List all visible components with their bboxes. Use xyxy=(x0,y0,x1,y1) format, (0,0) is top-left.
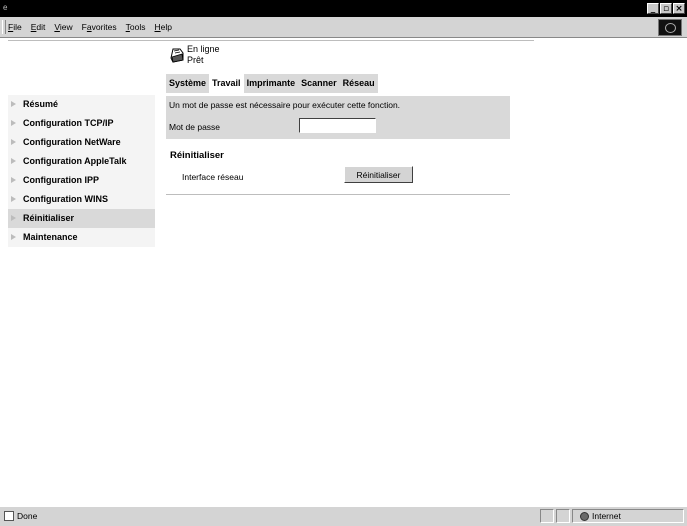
tab-scanner[interactable]: Scanner xyxy=(298,74,340,93)
arrow-right-icon xyxy=(11,158,16,164)
divider xyxy=(166,194,510,195)
sidebar-item-label: Configuration IPP xyxy=(23,175,99,185)
arrow-right-icon xyxy=(11,234,16,240)
sidebar-item-label: Configuration WINS xyxy=(23,194,108,204)
sidebar-item-label: Maintenance xyxy=(23,232,78,242)
password-input[interactable] xyxy=(299,118,376,133)
password-label: Mot de passe xyxy=(169,122,221,132)
status-cell xyxy=(540,509,554,523)
sidebar-item-label: Configuration NetWare xyxy=(23,137,121,147)
tab-bar: Système Travail Imprimante Scanner Réseau xyxy=(166,74,378,93)
sidebar-item-label: Configuration AppleTalk xyxy=(23,156,127,166)
internet-zone-icon xyxy=(580,512,589,521)
password-message: Un mot de passe est nécessaire pour exéc… xyxy=(169,100,401,110)
close-icon[interactable]: × xyxy=(673,3,685,14)
page-done-icon xyxy=(4,511,14,521)
security-zone-label: Internet xyxy=(592,511,621,521)
status-online: En ligne xyxy=(187,44,220,54)
menu-file[interactable]: File xyxy=(8,22,22,32)
status-bar: Done Internet xyxy=(0,506,687,526)
tab-systeme[interactable]: Système xyxy=(166,74,209,93)
sidebar-item[interactable]: Configuration WINS xyxy=(8,190,155,209)
status-ready: Prêt xyxy=(187,55,204,65)
arrow-right-icon xyxy=(11,120,16,126)
tab-travail[interactable]: Travail xyxy=(209,74,244,93)
sidebar-item[interactable]: Configuration IPP xyxy=(8,171,155,190)
browser-logo-icon xyxy=(658,19,682,36)
printer-icon xyxy=(170,48,184,63)
arrow-right-icon xyxy=(11,139,16,145)
menu-list: File Edit View Favorites Tools Help xyxy=(8,22,181,32)
divider xyxy=(8,40,534,41)
sidebar-item[interactable]: Résumé xyxy=(8,95,155,114)
sidebar-item[interactable]: Configuration TCP/IP xyxy=(8,114,155,133)
arrow-right-icon xyxy=(11,101,16,107)
arrow-right-icon xyxy=(11,177,16,183)
menu-view[interactable]: View xyxy=(54,22,72,32)
sidebar-item[interactable]: Réinitialiser xyxy=(8,209,155,228)
status-text: Done xyxy=(17,511,38,521)
status-cell xyxy=(556,509,570,523)
password-panel: Un mot de passe est nécessaire pour exéc… xyxy=(166,96,510,139)
sidebar-item[interactable]: Configuration NetWare xyxy=(8,133,155,152)
toolbar-grip[interactable] xyxy=(2,20,6,34)
reset-button[interactable]: Réinitialiser xyxy=(344,166,413,183)
sidebar-nav: Résumé Configuration TCP/IP Configuration … xyxy=(8,95,155,247)
system-menu-icon[interactable]: e xyxy=(3,3,11,12)
tab-reseau[interactable]: Réseau xyxy=(340,74,378,93)
tab-imprimante[interactable]: Imprimante xyxy=(244,74,299,93)
minimize-icon[interactable]: _ xyxy=(647,3,659,14)
sidebar-item[interactable]: Configuration AppleTalk xyxy=(8,152,155,171)
menu-bar: File Edit View Favorites Tools Help xyxy=(0,17,687,38)
network-interface-label: Interface réseau xyxy=(182,172,244,182)
section-title: Réinitialiser xyxy=(170,150,224,161)
sidebar-item-label: Résumé xyxy=(23,99,59,109)
window-titlebar[interactable]: e _ ▫ × xyxy=(0,0,687,17)
maximize-icon[interactable]: ▫ xyxy=(660,3,672,14)
menu-favorites[interactable]: Favorites xyxy=(82,22,117,32)
window-controls: _ ▫ × xyxy=(647,3,685,14)
menu-help[interactable]: Help xyxy=(155,22,172,32)
menu-edit[interactable]: Edit xyxy=(31,22,46,32)
sidebar-item-label: Configuration TCP/IP xyxy=(23,118,114,128)
sidebar-item[interactable]: Maintenance xyxy=(8,228,155,247)
menu-tools[interactable]: Tools xyxy=(126,22,146,32)
arrow-right-icon xyxy=(11,196,16,202)
sidebar-item-label: Réinitialiser xyxy=(23,213,75,223)
arrow-right-icon xyxy=(11,215,16,221)
